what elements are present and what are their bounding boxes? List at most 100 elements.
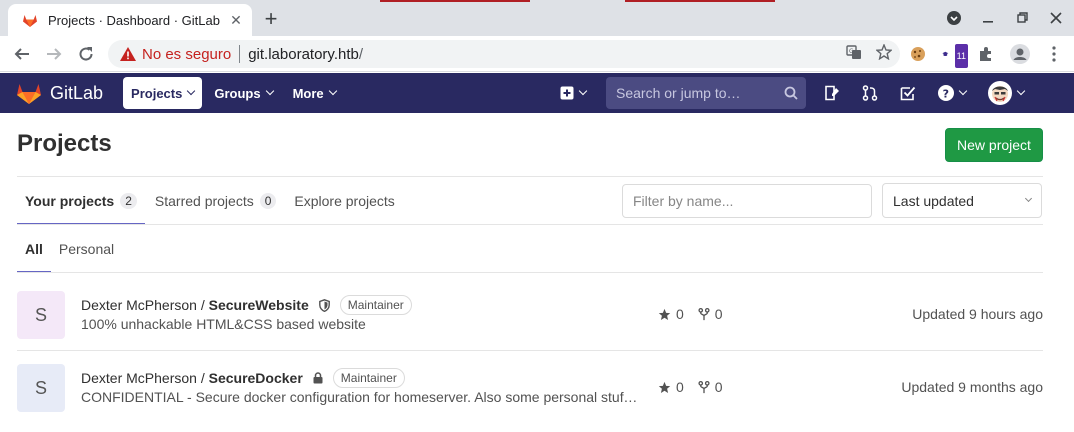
shield-icon	[318, 298, 330, 312]
tab-your-projects[interactable]: Your projects 2	[17, 177, 145, 225]
count-badge: 0	[259, 193, 277, 209]
star-icon	[658, 308, 671, 320]
svg-text:?: ?	[943, 88, 949, 101]
search-placeholder: Search or jump to…	[616, 85, 741, 101]
search-box[interactable]: Search or jump to…	[606, 77, 806, 109]
chevron-down-icon	[1016, 86, 1026, 96]
minimize-icon[interactable]	[978, 8, 998, 28]
todos-icon[interactable]	[900, 85, 916, 101]
url-text[interactable]: git.laboratory.htb/	[248, 46, 363, 63]
chevron-down-icon	[578, 86, 588, 96]
search-icon	[784, 86, 798, 100]
browser-menu-icon[interactable]	[1044, 42, 1064, 66]
menu-more[interactable]: More	[285, 77, 344, 109]
tab-accent-line	[625, 0, 775, 2]
subtab-personal[interactable]: Personal	[51, 225, 122, 273]
star-count: 0	[676, 379, 684, 395]
insecure-label[interactable]: No es seguro	[142, 46, 231, 63]
back-icon[interactable]	[10, 42, 34, 66]
puzzle-extensions-icon[interactable]	[976, 42, 996, 66]
project-description: CONFIDENTIAL - Secure docker configurati…	[81, 389, 641, 405]
browser-tabstrip: Projects · Dashboard · GitLab ✕ +	[0, 0, 1074, 36]
project-avatar[interactable]: S	[17, 291, 65, 339]
filter-by-name-input[interactable]: Filter by name...	[622, 184, 872, 218]
tab-title: Projects · Dashboard · GitLab	[48, 12, 220, 28]
project-name[interactable]: SecureWebsite	[209, 297, 309, 313]
menu-groups[interactable]: Groups	[206, 77, 280, 109]
user-dropdown[interactable]	[988, 81, 1026, 105]
tab-explore-projects[interactable]: Explore projects	[286, 177, 402, 225]
tab-search-icon[interactable]	[944, 8, 964, 28]
browser-tab[interactable]: Projects · Dashboard · GitLab ✕	[8, 4, 252, 36]
forward-icon[interactable]	[42, 42, 66, 66]
new-tab-icon[interactable]: +	[260, 8, 282, 30]
new-dropdown[interactable]	[560, 86, 588, 100]
lock-icon	[313, 372, 323, 384]
translate-icon[interactable]: G	[846, 44, 862, 63]
url-path: /	[358, 45, 364, 63]
tab-starred-projects[interactable]: Starred projects 0	[147, 177, 285, 225]
omnibox-separator	[239, 45, 241, 63]
new-project-button[interactable]: New project	[945, 128, 1043, 162]
gitlab-navbar: GitLab Projects Groups More Search or ju…	[0, 73, 1074, 113]
chevron-down-icon	[958, 86, 968, 96]
extension-icons: 11	[908, 42, 1064, 68]
project-namespace[interactable]: Dexter McPherson /	[81, 297, 205, 313]
tab-accent-line	[380, 0, 530, 2]
profile-icon[interactable]	[1010, 42, 1030, 66]
stars-link[interactable]: 0	[658, 306, 684, 322]
chevron-down-icon	[265, 86, 274, 96]
address-bar[interactable]: No es seguro git.laboratory.htb/ G	[108, 40, 900, 68]
chevron-down-icon	[328, 86, 337, 96]
updated-time: Updated 9 hours ago	[912, 306, 1043, 322]
reload-icon[interactable]	[74, 42, 98, 66]
project-avatar[interactable]: S	[17, 364, 65, 412]
menu-projects[interactable]: Projects	[123, 77, 203, 109]
project-title: Dexter McPherson / SecureWebsite Maintai…	[81, 295, 412, 315]
project-stats: 0 0	[658, 306, 723, 322]
count-badge: 2	[120, 193, 137, 209]
omnibox-icons: G	[846, 43, 893, 63]
menu-groups-label: Groups	[214, 85, 261, 101]
project-description: 100% unhackable HTML&CSS based website	[81, 316, 366, 332]
warning-icon[interactable]	[120, 47, 136, 61]
issues-icon[interactable]	[824, 85, 840, 101]
fork-icon	[698, 307, 710, 320]
chevron-down-icon	[1024, 194, 1033, 203]
url-host: git.laboratory.htb	[248, 45, 359, 63]
fork-count: 0	[714, 306, 723, 322]
browser-toolbar: No es seguro git.laboratory.htb/ G 11	[0, 36, 1074, 72]
plus-square-icon	[560, 86, 574, 100]
project-stats: 0 0	[658, 379, 723, 395]
role-badge: Maintainer	[339, 295, 412, 315]
forks-link[interactable]: 0	[698, 379, 723, 395]
project-row[interactable]: S Dexter McPherson / SecureWebsite Maint…	[17, 277, 1043, 349]
subtab-all[interactable]: All	[17, 225, 51, 273]
stars-link[interactable]: 0	[658, 379, 684, 395]
project-row[interactable]: S Dexter McPherson / SecureDocker Mainta…	[17, 350, 1043, 422]
close-tab-icon[interactable]: ✕	[228, 12, 244, 28]
restore-icon[interactable]	[1012, 8, 1032, 28]
menu-more-label: More	[292, 85, 324, 101]
sort-dropdown[interactable]: Last updated	[882, 183, 1042, 218]
cookie-icon[interactable]	[908, 42, 928, 66]
forks-link[interactable]: 0	[698, 306, 723, 322]
merge-requests-icon[interactable]	[862, 85, 878, 101]
project-name[interactable]: SecureDocker	[209, 370, 303, 386]
top-menu: Projects Groups More	[123, 77, 344, 109]
tab-starred-projects-label: Starred projects	[154, 193, 254, 209]
graduation-cap-icon[interactable]: 11	[942, 42, 968, 68]
project-title: Dexter McPherson / SecureDocker Maintain…	[81, 368, 405, 388]
menu-projects-label: Projects	[131, 85, 183, 101]
help-dropdown[interactable]: ?	[938, 85, 968, 101]
filter-placeholder: Filter by name...	[633, 193, 734, 209]
fork-icon	[698, 380, 710, 393]
gitlab-logo-icon	[17, 84, 41, 104]
updated-time: Updated 9 months ago	[901, 379, 1043, 395]
bookmark-star-icon[interactable]	[875, 43, 893, 63]
project-namespace[interactable]: Dexter McPherson /	[81, 370, 205, 386]
gitlab-home-link[interactable]: GitLab	[16, 81, 103, 105]
close-window-icon[interactable]	[1046, 8, 1066, 28]
sort-selected: Last updated	[893, 192, 974, 209]
page-title: Projects	[17, 130, 112, 157]
